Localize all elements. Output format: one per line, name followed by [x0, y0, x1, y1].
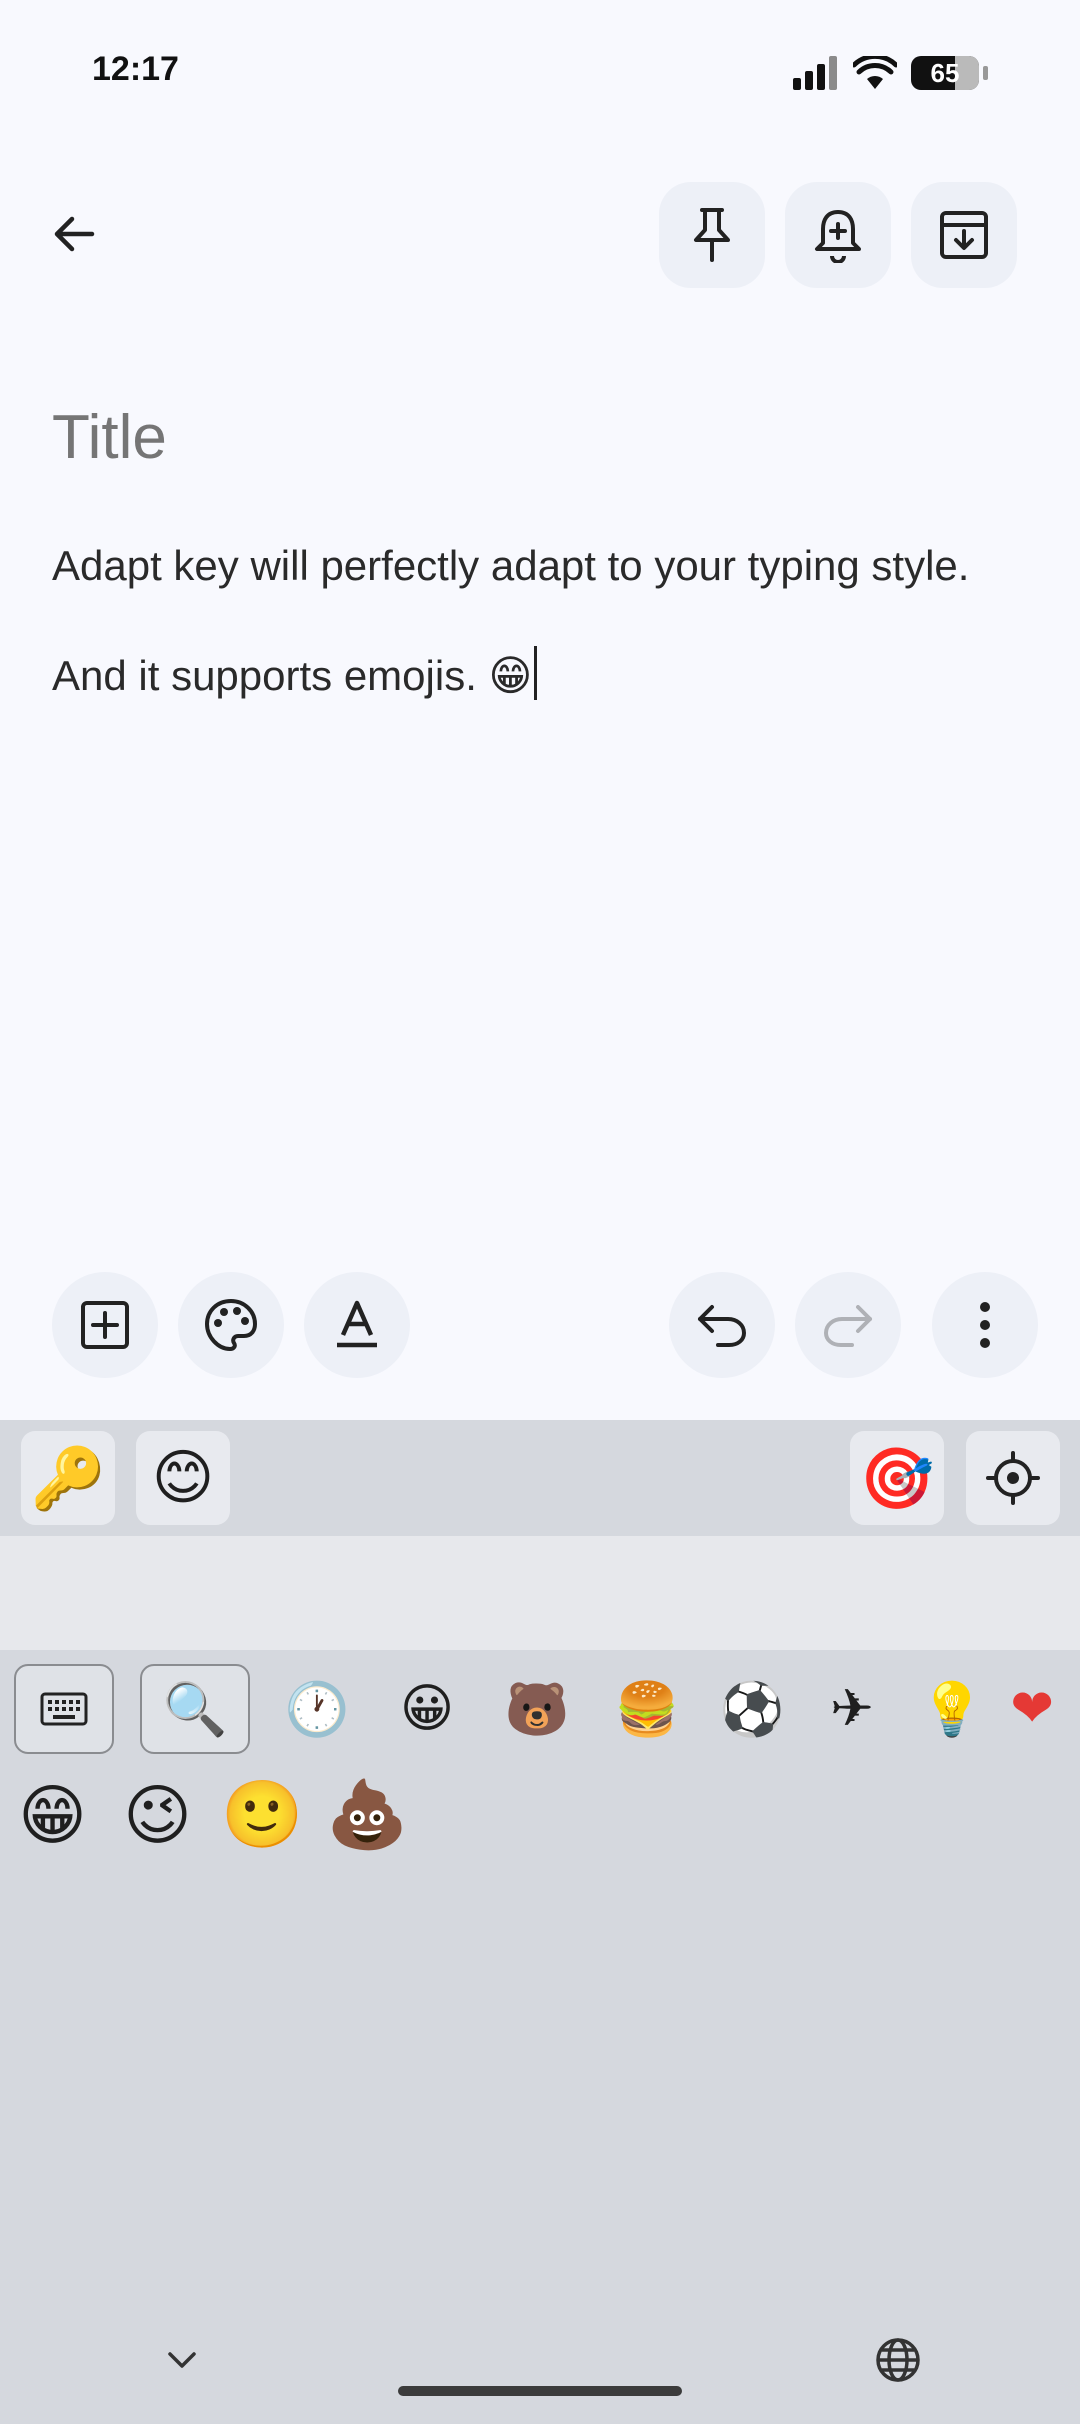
hide-keyboard-button[interactable] [142, 2320, 222, 2400]
emoji-key[interactable]: 😁 [0, 1777, 105, 1854]
emoji-search-button[interactable]: 🔍 [140, 1664, 250, 1754]
note-body-line-1[interactable]: Adapt key will perfectly adapt to your t… [52, 542, 969, 590]
chevron-down-icon [168, 2352, 196, 2368]
text-format-button[interactable] [304, 1272, 410, 1378]
recent-emoji-row: 😁 😉 🙂 💩 [0, 1776, 420, 1854]
redo-button[interactable] [795, 1272, 901, 1378]
home-indicator[interactable] [398, 2386, 682, 2396]
category-symbols[interactable]: ❤ [1002, 1679, 1062, 1739]
wifi-icon [853, 56, 897, 89]
reminder-add-icon [815, 210, 861, 263]
archive-icon [940, 211, 988, 259]
add-box-icon [81, 1301, 129, 1349]
text-caret [534, 646, 538, 700]
category-smileys[interactable]: 😀 [372, 1679, 482, 1739]
language-button[interactable] [858, 2320, 938, 2400]
pin-icon [694, 208, 730, 262]
more-vert-icon [980, 1302, 990, 1348]
reminder-button[interactable] [785, 182, 891, 288]
keyboard-switch-button[interactable] [14, 1664, 114, 1754]
emoji-key[interactable]: 😉 [105, 1777, 210, 1854]
undo-button[interactable] [669, 1272, 775, 1378]
category-activities[interactable]: ⚽ [702, 1679, 802, 1740]
emoji-key[interactable]: 💩 [315, 1776, 420, 1854]
title-input[interactable] [52, 402, 1012, 473]
emoji-category-row: 🔍 🕐 😀 🐻 🍔 ⚽ ✈ 💡 ❤ [0, 1660, 1080, 1758]
archive-button[interactable] [911, 182, 1017, 288]
globe-icon [876, 2338, 920, 2382]
more-options-button[interactable] [932, 1272, 1038, 1378]
battery-tip [983, 66, 988, 80]
keyboard-settings-button[interactable] [966, 1431, 1060, 1525]
keyboard-icon [40, 1692, 88, 1726]
status-time: 12:17 [92, 50, 179, 88]
add-content-button[interactable] [52, 1272, 158, 1378]
back-button[interactable] [34, 194, 114, 274]
undo-icon [698, 1305, 747, 1347]
battery-icon: 65 [911, 56, 979, 90]
text-format-icon [337, 1300, 377, 1348]
redo-icon [823, 1305, 872, 1347]
suggestion-strip [0, 1536, 1080, 1650]
search-icon: 🔍 [162, 1680, 228, 1739]
settings-target-icon [986, 1451, 1040, 1505]
category-animals[interactable]: 🐻 [482, 1679, 592, 1740]
arrow-back-icon [54, 216, 95, 252]
pin-button[interactable] [659, 182, 765, 288]
keyboard-key-button[interactable]: 🔑 [21, 1431, 115, 1525]
note-body-line-2-wrap[interactable]: And it supports emojis. 😁 [52, 646, 538, 700]
keyboard-emoji-button[interactable]: 😊 [136, 1431, 230, 1525]
note-body-line-2: And it supports emojis. 😁 [52, 652, 533, 699]
category-recent[interactable]: 🕐 [262, 1679, 372, 1740]
keyboard-target-button[interactable]: 🎯 [850, 1431, 944, 1525]
category-food[interactable]: 🍔 [592, 1679, 702, 1740]
battery-level: 65 [930, 57, 960, 88]
signal-icon [793, 56, 837, 90]
palette-button[interactable] [178, 1272, 284, 1378]
palette-icon [204, 1298, 258, 1352]
category-travel[interactable]: ✈ [802, 1679, 902, 1739]
emoji-key[interactable]: 🙂 [210, 1776, 315, 1854]
category-objects[interactable]: 💡 [902, 1679, 1002, 1740]
status-icons: 65 [793, 56, 988, 90]
